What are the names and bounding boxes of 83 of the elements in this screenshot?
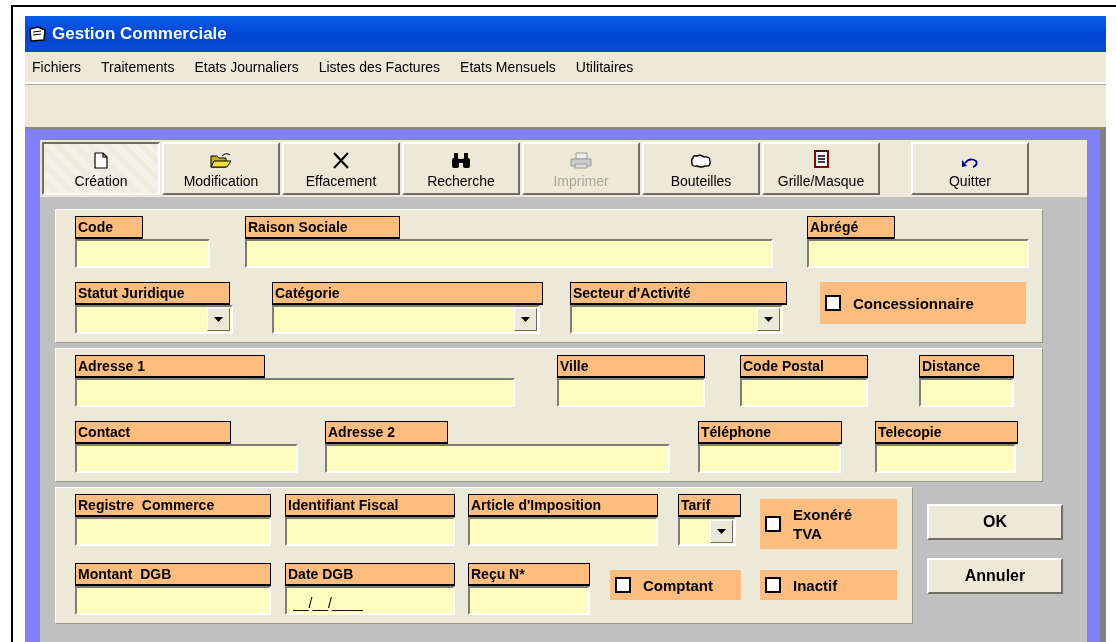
checkbox-label: Concessionnaire xyxy=(853,294,974,312)
field-label: Date DGB xyxy=(285,563,455,586)
input-field[interactable] xyxy=(245,239,773,268)
input-field[interactable] xyxy=(285,517,455,546)
field-label: Contact xyxy=(75,421,231,444)
dropdown-field[interactable] xyxy=(570,305,783,334)
dropdown-button[interactable] xyxy=(207,308,230,331)
dropdown-button[interactable] xyxy=(757,308,780,331)
caret-icon xyxy=(717,529,726,534)
input-field[interactable] xyxy=(468,586,590,615)
field-label: Statut Juridique xyxy=(75,282,230,305)
toolbar-button[interactable]: Effacement xyxy=(282,142,400,195)
caret-icon xyxy=(521,317,530,322)
input-field[interactable] xyxy=(75,444,298,473)
app-icon xyxy=(28,26,46,42)
input-field[interactable] xyxy=(875,444,1016,473)
field-label: Code xyxy=(75,216,143,239)
checkbox-label: Inactif xyxy=(793,575,839,595)
field-label: Article d'Imposition xyxy=(468,494,658,517)
field-label: Registre Commerce xyxy=(75,494,271,517)
checkbox-label: Comptant xyxy=(643,575,714,595)
input-field[interactable] xyxy=(557,378,705,407)
input-field[interactable] xyxy=(75,586,271,615)
toolbar-button[interactable]: Modification xyxy=(162,142,280,195)
window-title: Gestion Commerciale xyxy=(52,24,227,44)
field-label: Secteur d'Activité xyxy=(570,282,787,305)
toolbar-button[interactable]: Quitter xyxy=(911,142,1029,195)
menu-item[interactable]: Fichiers xyxy=(32,59,81,75)
input-field[interactable] xyxy=(325,444,670,473)
page-icon xyxy=(94,152,108,169)
toolbar-button[interactable]: Création xyxy=(42,142,160,195)
ok-button[interactable]: OK xyxy=(927,504,1063,540)
field-label: Distance xyxy=(919,355,1014,378)
menu-item[interactable]: Traitements xyxy=(101,59,175,75)
checkbox[interactable] xyxy=(765,516,781,532)
input-field[interactable] xyxy=(919,378,1014,407)
dropdown-button[interactable] xyxy=(710,520,733,543)
toolbar-button[interactable]: Bouteilles xyxy=(642,142,760,195)
field-label: Identifiant Fiscal xyxy=(285,494,455,517)
printer-icon xyxy=(570,152,592,169)
field-label: Abrégé xyxy=(807,216,895,239)
input-field[interactable] xyxy=(75,378,515,407)
input-field[interactable] xyxy=(740,378,868,407)
field-label: Montant DGB xyxy=(75,563,271,586)
field-label: Code Postal xyxy=(740,355,868,378)
field-label: Reçu N* xyxy=(468,563,590,586)
checkbox[interactable] xyxy=(825,295,841,311)
checkbox[interactable] xyxy=(765,577,781,593)
cancel-button[interactable]: Annuler xyxy=(927,558,1063,594)
input-field[interactable] xyxy=(468,517,658,546)
caret-icon xyxy=(214,317,223,322)
menu-item[interactable]: Etats Mensuels xyxy=(460,59,556,75)
search-icon xyxy=(451,152,471,169)
dropdown-field[interactable] xyxy=(678,517,736,546)
menu-item[interactable]: Utilitaires xyxy=(575,59,634,75)
input-field[interactable] xyxy=(698,444,841,473)
checkbox-label: Exonéré TVA xyxy=(793,505,854,543)
field-label: Raison Sociale xyxy=(245,216,400,239)
input-field[interactable] xyxy=(807,239,1029,268)
folder-icon xyxy=(210,152,232,169)
undo-icon xyxy=(961,157,979,169)
dropdown-field[interactable] xyxy=(272,305,540,334)
checkbox[interactable] xyxy=(615,577,631,593)
close-icon xyxy=(332,152,350,169)
input-field[interactable] xyxy=(75,517,271,546)
field-label: Ville xyxy=(557,355,705,378)
menu-item[interactable]: Listes des Factures xyxy=(318,59,441,75)
input-field[interactable] xyxy=(75,239,210,268)
cloud-icon xyxy=(690,154,712,169)
field-label: Catégorie xyxy=(272,282,543,305)
caret-icon xyxy=(764,317,773,322)
input-field[interactable]: __/__/____ xyxy=(285,586,455,615)
field-label: Tarif xyxy=(678,494,741,517)
field-label: Adresse 1 xyxy=(75,355,265,378)
notepad-icon xyxy=(812,149,830,169)
toolbar-button[interactable]: Grille/Masque xyxy=(762,142,880,195)
field-label: Téléphone xyxy=(698,421,842,444)
field-label: Adresse 2 xyxy=(325,421,448,444)
toolbar-button[interactable]: Recherche xyxy=(402,142,520,195)
dropdown-field[interactable] xyxy=(75,305,233,334)
menu-item[interactable]: Etats Journaliers xyxy=(194,59,299,75)
dropdown-button[interactable] xyxy=(514,308,537,331)
field-label: Telecopie xyxy=(875,421,1018,444)
